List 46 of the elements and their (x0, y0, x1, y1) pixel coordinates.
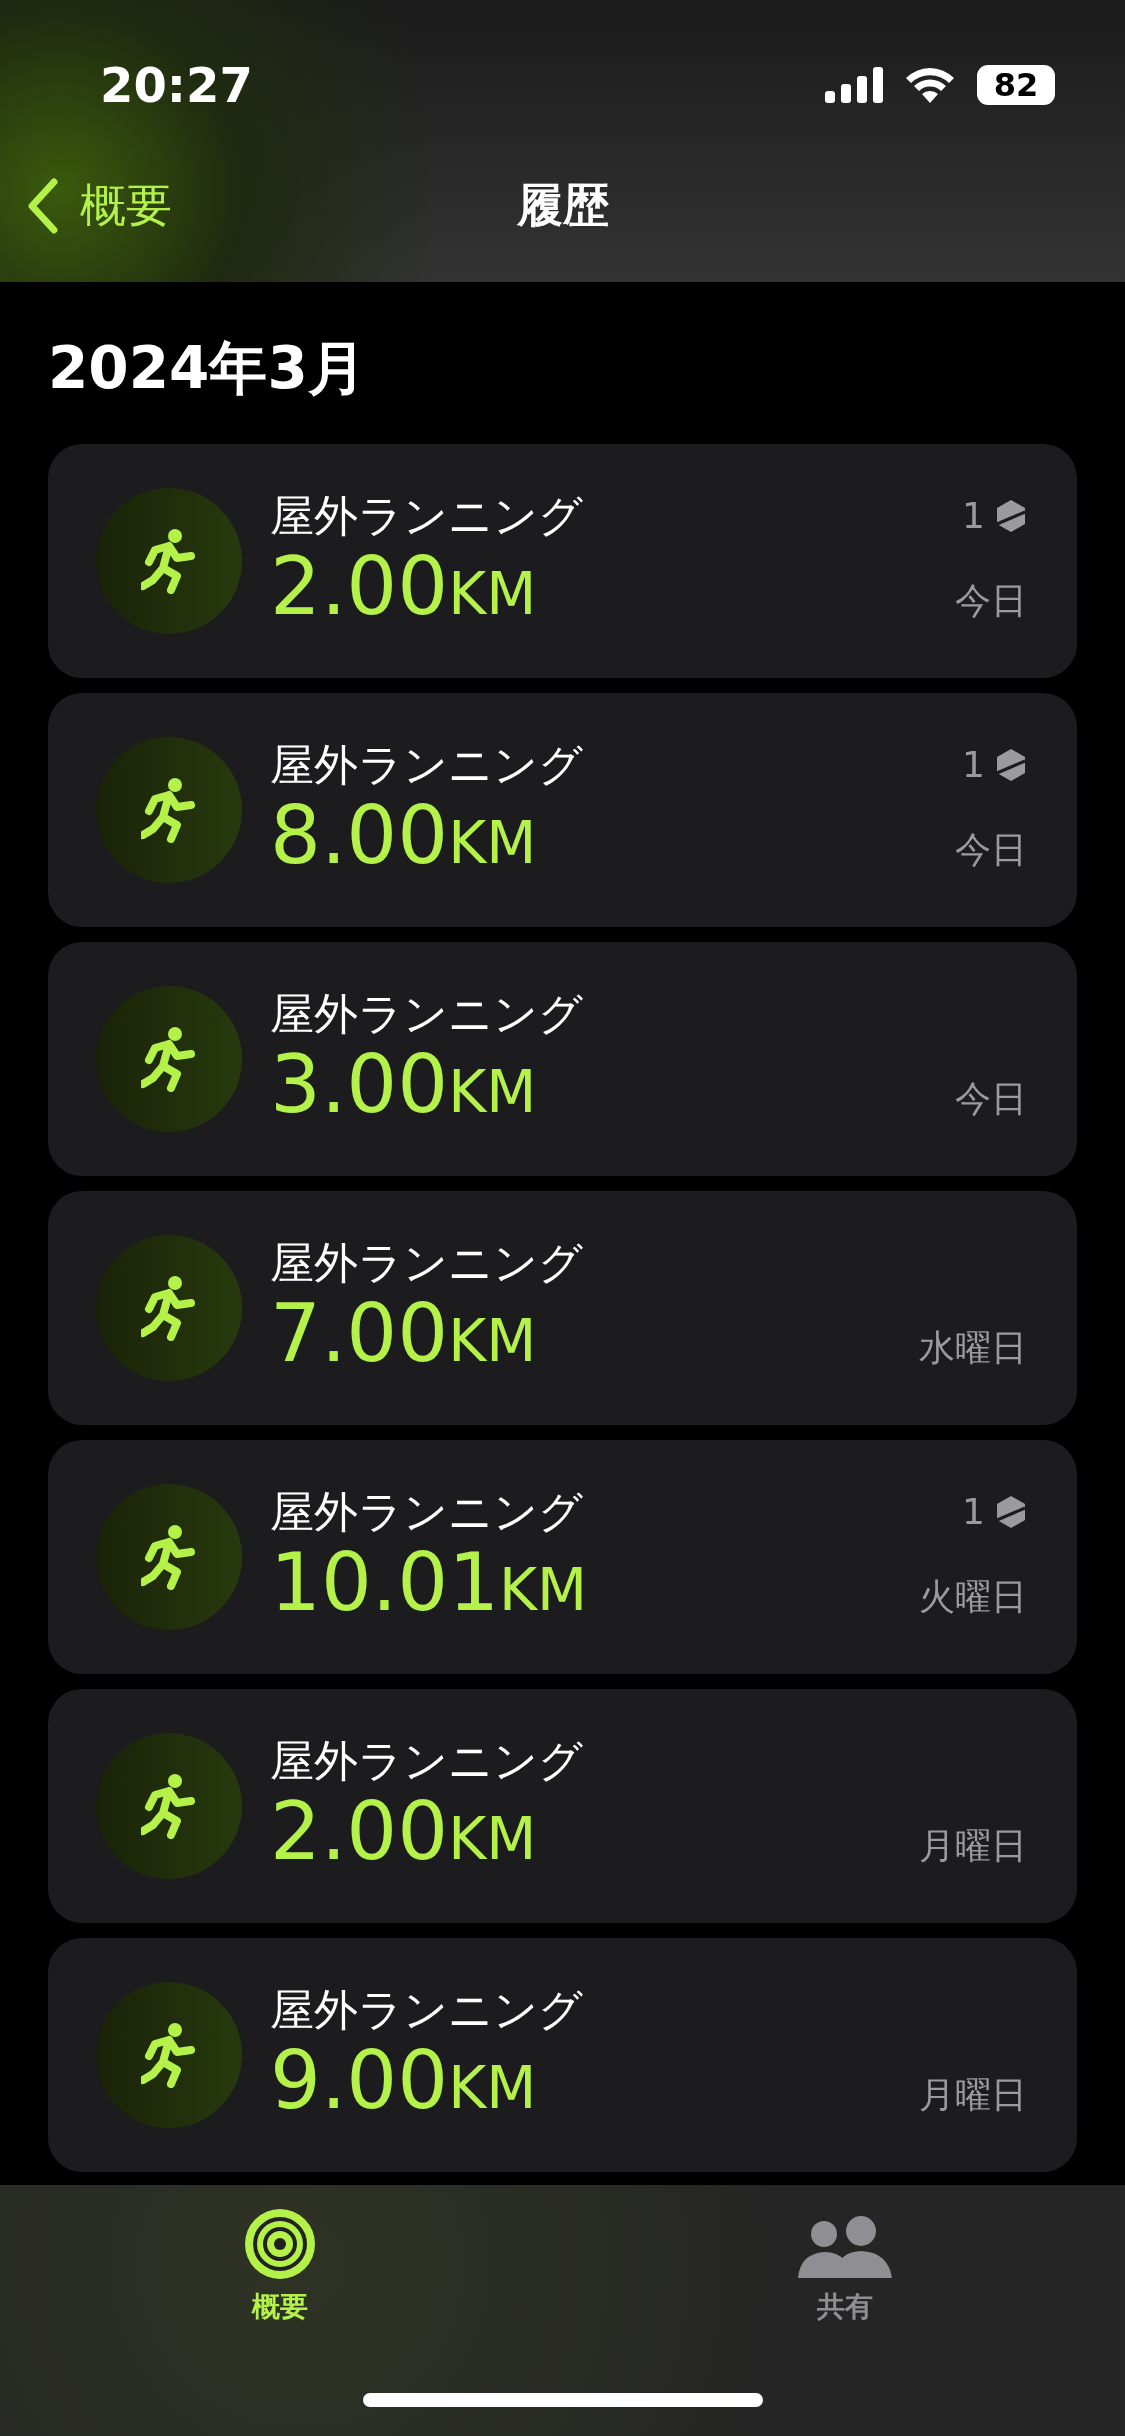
workout-name: 屋外ランニング (270, 1984, 584, 2037)
workout-name: 屋外ランニング (270, 739, 584, 792)
workout-day: 今日 (955, 576, 1027, 626)
workout-card[interactable]: 屋外ランニング 3.00KM 今日 (48, 941, 1077, 1176)
workout-name: 屋外ランニング (270, 490, 584, 543)
workout-name: 屋外ランニング (270, 1486, 584, 1539)
workout-name: 屋外ランニング (270, 988, 584, 1041)
workout-card[interactable]: 屋外ランニング 10.01 KM 1 火曜日 (48, 1439, 1077, 1674)
status-time: 20:27 (100, 57, 253, 113)
workout-day: 月曜日 (919, 2070, 1027, 2120)
workout-distance: 2.00KM (270, 1788, 538, 1876)
wifi-icon (905, 67, 955, 103)
workout-distance: 7.00KM (270, 1290, 538, 1378)
workout-card[interactable]: 屋外ランニング 8.00KM 1 今日 (48, 692, 1077, 927)
people-icon (798, 2216, 892, 2280)
section-title: 2024年3月 (48, 334, 367, 404)
chevron-left-icon (26, 178, 60, 234)
workout-day: 水曜日 (919, 1323, 1027, 1373)
workout-name: 屋外ランニング (270, 1735, 584, 1788)
workout-card[interactable]: 屋外ランニング 2.00KM 1 今日 (48, 443, 1077, 678)
workout-day: 火曜日 (919, 1572, 1027, 1622)
workout-name: 屋外ランニング (270, 1237, 584, 1290)
rings-icon (244, 2208, 316, 2280)
tab-item[interactable]: 概要 (180, 2207, 380, 2327)
workout-day: 月曜日 (919, 1821, 1027, 1871)
workout-distance: 2.00KM (270, 543, 538, 631)
nav-title: 履歴 (516, 177, 609, 234)
award-count: 1 (962, 1491, 985, 1533)
workout-distance: 8.00KM (270, 792, 538, 880)
workout-distance: 3.00KM (270, 1041, 538, 1129)
tab-item[interactable]: 共有 (745, 2207, 945, 2327)
workout-card[interactable]: 屋外ランニング 9.00KM 月曜日 (48, 1937, 1077, 2172)
hexagon-icon (995, 747, 1027, 782)
battery-icon: 82 (977, 65, 1055, 105)
award-count: 1 (962, 495, 985, 537)
hexagon-icon (995, 498, 1027, 533)
workout-day: 今日 (955, 1074, 1027, 1124)
workout-day: 今日 (955, 825, 1027, 875)
signal-icon (825, 67, 883, 103)
workout-distance: 10.01 KM (270, 1539, 589, 1627)
workout-card[interactable]: 屋外ランニング 7.00KM 水曜日 (48, 1190, 1077, 1425)
workout-distance: 9.00KM (270, 2037, 538, 2125)
workout-card[interactable]: 屋外ランニング 2.00KM 月曜日 (48, 1688, 1077, 1923)
back-button[interactable]: 概要 (0, 175, 172, 237)
hexagon-icon (995, 1494, 1027, 1529)
award-count: 1 (962, 744, 985, 786)
